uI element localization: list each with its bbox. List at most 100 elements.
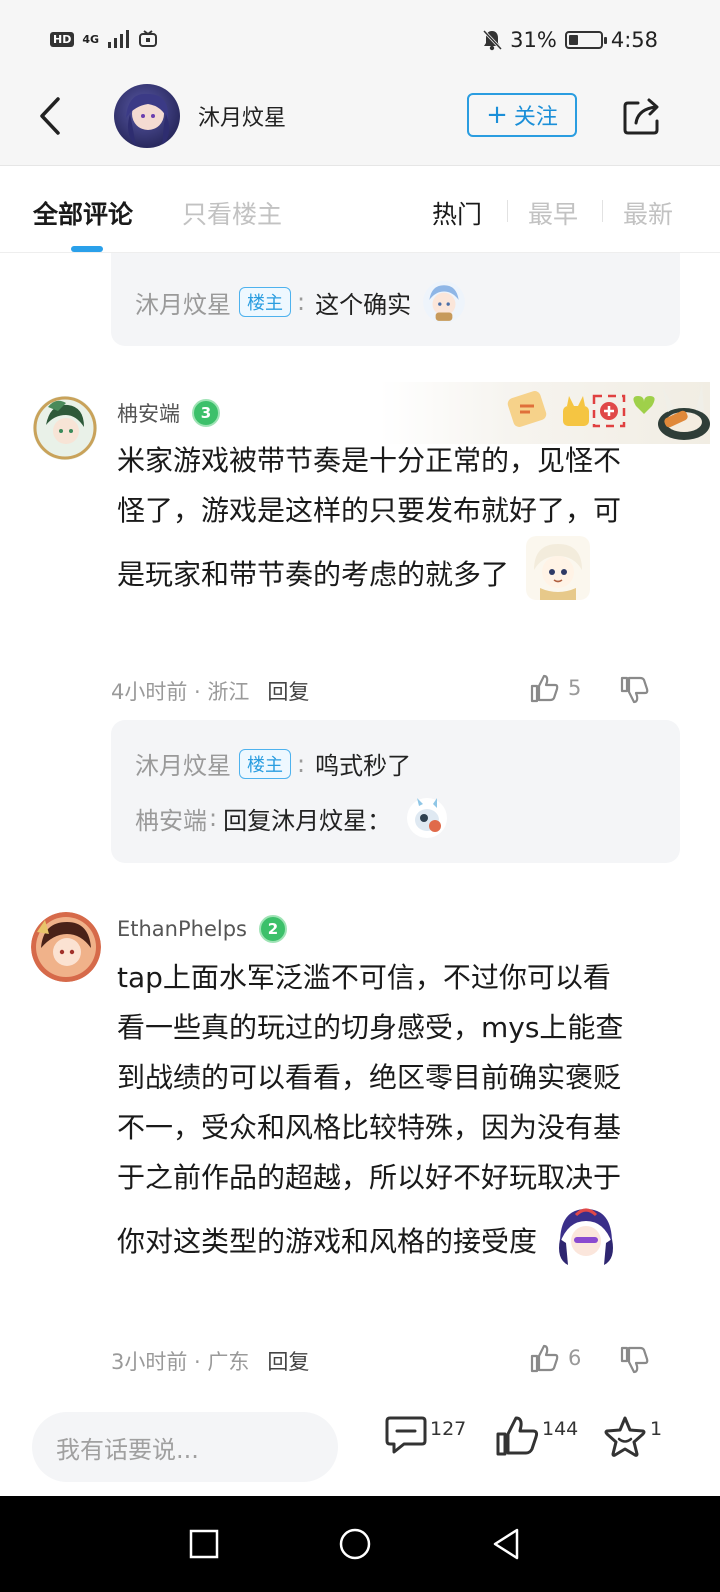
share-button[interactable] bbox=[620, 94, 664, 138]
star-icon bbox=[604, 1416, 646, 1457]
avatar-art bbox=[126, 93, 170, 146]
clock: 4:58 bbox=[610, 28, 658, 52]
battery-icon bbox=[564, 31, 607, 49]
thumbs-down-icon bbox=[620, 676, 649, 704]
comments-button[interactable]: 127 bbox=[384, 1414, 466, 1456]
home-button[interactable] bbox=[337, 1526, 373, 1562]
share-icon bbox=[623, 98, 659, 135]
reply-colon: : bbox=[297, 288, 306, 316]
thumbs-up-icon bbox=[530, 674, 559, 703]
reply-item: 柟安端 : 回复沐月炆星： bbox=[135, 796, 449, 840]
dislike-button[interactable] bbox=[618, 1344, 650, 1380]
commenter-name[interactable]: EthanPhelps bbox=[117, 917, 247, 941]
reply-text: 回复沐月炆星： bbox=[223, 806, 392, 835]
decor-stickers bbox=[507, 384, 710, 440]
like-count: 144 bbox=[542, 1418, 579, 1440]
tab-indicator bbox=[71, 246, 103, 252]
sticker-image bbox=[423, 281, 466, 323]
post-like-button[interactable]: 144 bbox=[494, 1414, 578, 1458]
avatar-art bbox=[33, 396, 97, 460]
reply-item: 沐月炆星 楼主 : 这个确实 bbox=[135, 279, 467, 325]
commenter-name-row: EthanPhelps 2 bbox=[117, 915, 287, 943]
dislike-button[interactable] bbox=[618, 674, 650, 710]
comment-time: 4小时前 · 浙江 bbox=[111, 680, 250, 704]
like-count: 6 bbox=[568, 1346, 582, 1370]
tv-icon bbox=[139, 30, 158, 47]
level-badge: 2 bbox=[259, 915, 287, 943]
comment-time: 3小时前 · 广东 bbox=[111, 1350, 250, 1374]
reply-colon: : bbox=[297, 749, 306, 778]
signal-icon bbox=[108, 30, 130, 48]
commenter-name-row: 柟安端 3 bbox=[117, 398, 220, 428]
author-name[interactable]: 沐月炆星 bbox=[198, 100, 286, 132]
sticker-image bbox=[407, 798, 448, 838]
reply-link[interactable]: 回复 bbox=[267, 1346, 309, 1376]
triangle-back-icon bbox=[493, 1528, 519, 1560]
avatar-art bbox=[31, 912, 101, 982]
chevron-left-icon bbox=[40, 97, 60, 135]
post-header: 沐月炆星 + 关注 bbox=[0, 84, 720, 166]
like-button[interactable]: 5 bbox=[528, 672, 581, 704]
reply-text: 鸣式秒了 bbox=[315, 752, 412, 780]
comment-text-content: tap上面水军泛滥不可信，不过你可以看看一些真的玩过的切身感受，mys上能查到战… bbox=[117, 961, 624, 1258]
circle-icon bbox=[339, 1528, 371, 1560]
commenter-name[interactable]: 柟安端 bbox=[117, 398, 180, 428]
back-nav-button[interactable] bbox=[488, 1526, 524, 1562]
back-button[interactable] bbox=[30, 96, 70, 136]
comment-tabs: 全部评论 只看楼主 热门 最早 最新 bbox=[0, 167, 720, 253]
commenter-avatar[interactable] bbox=[31, 912, 101, 982]
tab-op-only[interactable]: 只看楼主 bbox=[182, 195, 282, 231]
status-bar: HD 4G 31% 4:58 bbox=[0, 0, 720, 84]
status-left: HD 4G bbox=[50, 30, 158, 48]
follow-button[interactable]: + 关注 bbox=[467, 93, 577, 137]
hd-indicator: HD bbox=[50, 31, 75, 47]
recents-button[interactable] bbox=[186, 1526, 222, 1562]
sort-hot[interactable]: 热门 bbox=[432, 195, 482, 231]
sort-earliest[interactable]: 最早 bbox=[528, 195, 578, 231]
sort-newest[interactable]: 最新 bbox=[623, 195, 673, 231]
comment-meta: 4小时前 · 浙江 回复 bbox=[111, 676, 309, 706]
comment-text: 米家游戏被带节奏是十分正常的，见怪不怪了，游戏是这样的只要发布就好了，可是玩家和… bbox=[117, 436, 637, 600]
square-icon bbox=[189, 1529, 219, 1559]
comment-icon bbox=[385, 1416, 427, 1454]
reply-link[interactable]: 回复 bbox=[267, 676, 309, 706]
sticker-image bbox=[525, 536, 590, 600]
author-avatar[interactable] bbox=[114, 84, 180, 148]
network-indicator: 4G bbox=[82, 32, 100, 46]
like-count: 5 bbox=[568, 676, 582, 700]
follow-label: 关注 bbox=[513, 105, 558, 130]
avatar-frame-banner bbox=[380, 382, 710, 444]
reply-colon: : bbox=[209, 804, 218, 832]
reply-author[interactable]: 沐月炆星 bbox=[135, 285, 231, 320]
level-badge: 3 bbox=[192, 399, 220, 427]
reply-box[interactable]: 沐月炆星 楼主 : 鸣式秒了 柟安端 : 回复沐月炆星： bbox=[111, 720, 680, 863]
comment-count: 127 bbox=[430, 1418, 467, 1440]
thumbs-up-icon bbox=[530, 1344, 559, 1373]
reply-item: 沐月炆星 楼主 : 鸣式秒了 bbox=[135, 746, 411, 781]
op-badge: 楼主 bbox=[239, 287, 291, 317]
commenter-avatar[interactable] bbox=[32, 395, 98, 461]
thumbs-up-icon bbox=[496, 1416, 539, 1456]
comment-text: tap上面水军泛滥不可信，不过你可以看看一些真的玩过的切身感受，mys上能查到战… bbox=[117, 953, 637, 1267]
op-badge: 楼主 bbox=[239, 748, 291, 779]
sticker-image bbox=[553, 1203, 618, 1267]
reply-author[interactable]: 沐月炆星 bbox=[135, 746, 231, 781]
like-button[interactable]: 6 bbox=[528, 1342, 581, 1374]
bottom-action-bar: 我有话要说... 127 144 1 bbox=[0, 1402, 720, 1496]
thumbs-down-icon bbox=[620, 1346, 649, 1374]
tab-all-comments[interactable]: 全部评论 bbox=[33, 195, 133, 231]
battery-fill bbox=[568, 35, 578, 45]
sort-divider bbox=[602, 200, 603, 222]
reply-author[interactable]: 柟安端 bbox=[135, 801, 207, 836]
mute-bell-icon bbox=[483, 29, 503, 51]
comment-input[interactable]: 我有话要说... bbox=[32, 1412, 338, 1482]
favorite-count: 1 bbox=[650, 1418, 663, 1440]
battery-percent: 31% bbox=[510, 28, 557, 52]
plus-icon: + bbox=[486, 100, 508, 130]
favorite-button[interactable]: 1 bbox=[602, 1414, 662, 1458]
reply-box[interactable]: 沐月炆星 楼主 : 这个确实 bbox=[111, 253, 680, 346]
sort-divider bbox=[507, 200, 508, 222]
status-right: 31% 4:58 bbox=[482, 28, 658, 52]
reply-text: 这个确实 bbox=[315, 290, 412, 319]
comment-meta: 3小时前 · 广东 回复 bbox=[111, 1346, 309, 1376]
